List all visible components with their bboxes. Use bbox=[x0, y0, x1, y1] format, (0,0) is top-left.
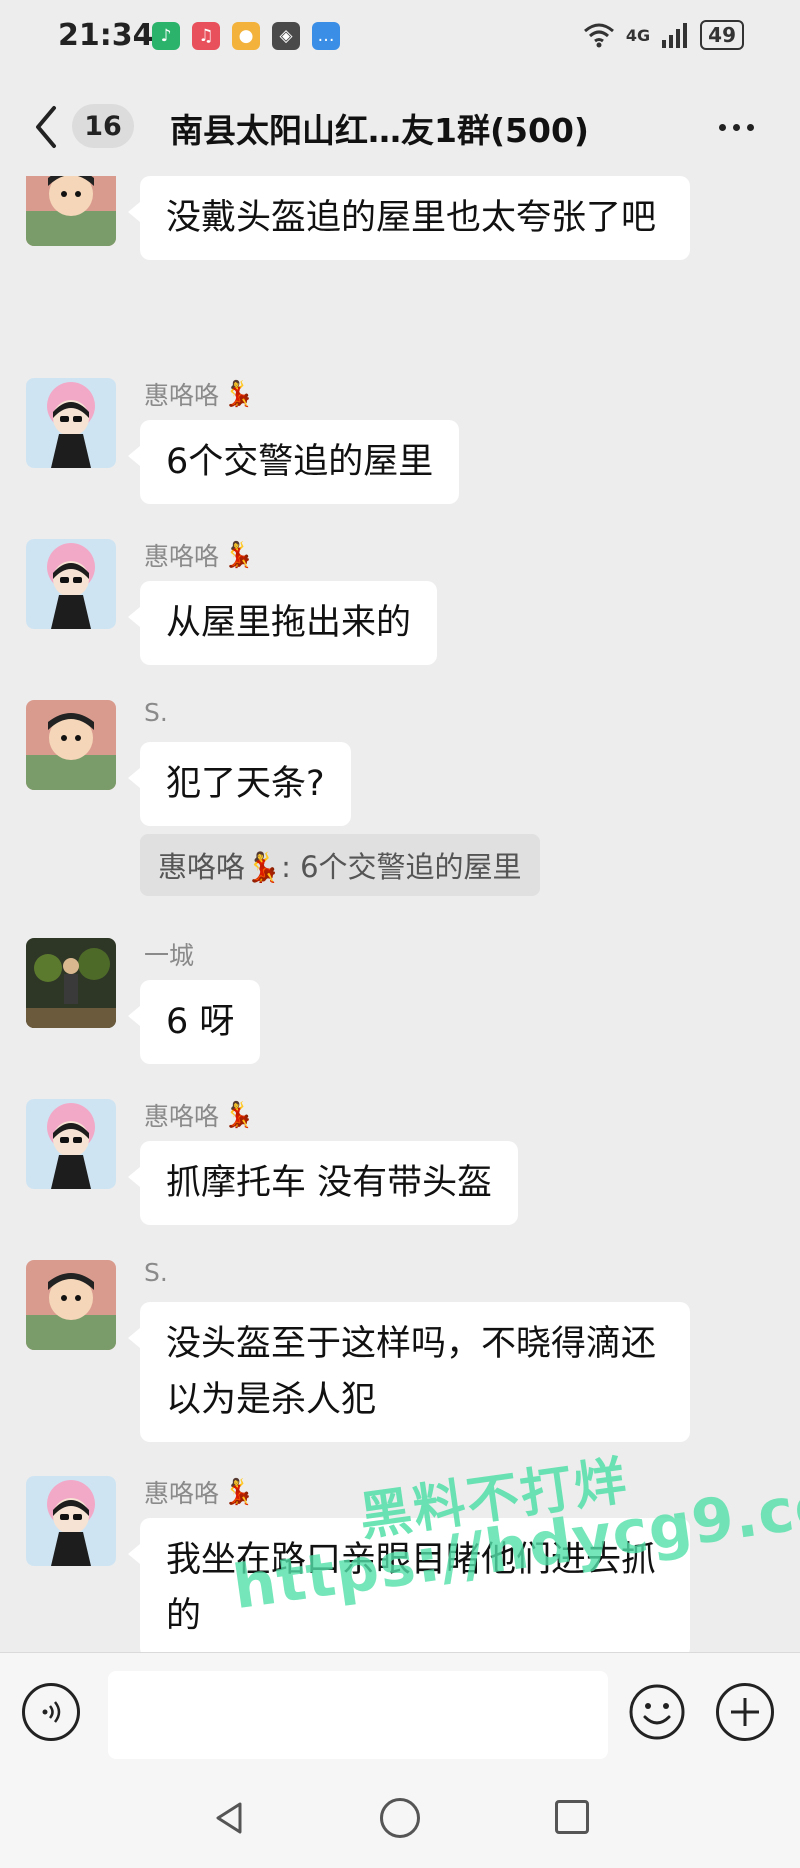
emoji-icon[interactable] bbox=[628, 1683, 686, 1741]
cartoon-girl-avatar-icon[interactable] bbox=[26, 1476, 116, 1566]
nav-home-icon[interactable] bbox=[380, 1798, 420, 1838]
battery-indicator: 49 bbox=[700, 20, 744, 50]
status-time: 21:34 bbox=[58, 18, 154, 53]
sender-name-text: 惠咯咯 bbox=[144, 1479, 220, 1508]
network-type: 4G bbox=[625, 25, 651, 45]
cartoon-girl-avatar-icon[interactable] bbox=[26, 539, 116, 629]
message-app-icon: … bbox=[312, 22, 340, 50]
sender-name: S. bbox=[144, 698, 168, 727]
add-attachment-icon[interactable] bbox=[716, 1683, 774, 1741]
cartoon-boy-avatar-icon[interactable] bbox=[26, 1260, 116, 1350]
message-bubble[interactable]: 没头盔至于这样吗，不晓得滴还以为是杀人犯 bbox=[128, 1302, 690, 1442]
sender-name: 惠咯咯 💃 bbox=[144, 1097, 254, 1133]
nav-back-icon[interactable] bbox=[210, 1798, 250, 1838]
sender-name-text: 惠咯咯 bbox=[144, 1102, 220, 1131]
photo-avatar-icon[interactable] bbox=[26, 938, 116, 1028]
chat-header: 16 南县太阳山红…友1群(500) bbox=[0, 80, 800, 176]
back-arrow-icon[interactable] bbox=[28, 102, 64, 152]
quoted-message[interactable]: 惠咯咯💃: 6个交警追的屋里 bbox=[140, 834, 540, 896]
system-nav-bar bbox=[0, 1768, 800, 1868]
more-options-icon[interactable] bbox=[708, 102, 764, 152]
app-notification-icon: ♪ bbox=[152, 22, 180, 50]
dancer-emoji-icon: 💃 bbox=[223, 1100, 255, 1129]
dancer-emoji-icon: 💃 bbox=[223, 1477, 255, 1506]
input-bar bbox=[0, 1652, 800, 1769]
cartoon-boy-avatar-icon[interactable] bbox=[26, 176, 116, 246]
dancer-emoji-icon: 💃 bbox=[223, 379, 255, 408]
nav-recent-apps-icon[interactable] bbox=[555, 1800, 589, 1834]
chat-title: 南县太阳山红…友1群(500) bbox=[170, 111, 590, 150]
message-input[interactable] bbox=[108, 1671, 608, 1759]
cartoon-girl-avatar-icon[interactable] bbox=[26, 378, 116, 468]
message-bubble[interactable]: 从屋里拖出来的 bbox=[127, 581, 438, 665]
message-bubble[interactable]: 6 呀 bbox=[127, 980, 261, 1064]
unread-count-badge[interactable]: 16 bbox=[72, 104, 134, 148]
sender-name-text: 惠咯咯 bbox=[144, 542, 220, 571]
wifi-icon bbox=[583, 23, 614, 48]
app-notification-icon-2: ● bbox=[232, 22, 260, 50]
message-bubble[interactable]: 没戴头盔追的屋里也太夸张了吧 bbox=[128, 176, 690, 260]
notification-icons: ♪ ♫ ● ◈ … bbox=[152, 22, 340, 50]
message-bubble[interactable]: 抓摩托车 没有带头盔 bbox=[127, 1141, 519, 1225]
message-bubble[interactable]: 我坐在路口亲眼目睹他们进去抓的 bbox=[128, 1518, 690, 1652]
sender-name: 惠咯咯 💃 bbox=[144, 1474, 254, 1510]
dancer-emoji-icon: 💃 bbox=[223, 540, 255, 569]
message-list[interactable]: S. 没戴头盔追的屋里也太夸张了吧 惠咯咯💃 6个交警追的屋里 惠咯咯💃 从屋里… bbox=[0, 176, 800, 1652]
status-bar: 21:34 ♪ ♫ ● ◈ … 4G 49 bbox=[0, 0, 800, 80]
message-bubble[interactable]: 6个交警追的屋里 bbox=[127, 420, 460, 504]
cartoon-boy-avatar-icon[interactable] bbox=[26, 700, 116, 790]
message-bubble[interactable]: 犯了天条? bbox=[128, 742, 351, 826]
music-icon: ♫ bbox=[192, 22, 220, 50]
sender-name: S. bbox=[144, 1258, 168, 1287]
signal-icon bbox=[662, 23, 688, 48]
sender-name: 一城 bbox=[144, 941, 195, 970]
voice-input-icon[interactable] bbox=[22, 1683, 80, 1741]
app-notification-icon-3: ◈ bbox=[272, 22, 300, 50]
system-status: 4G 49 bbox=[582, 20, 744, 50]
cartoon-girl-avatar-icon[interactable] bbox=[26, 1099, 116, 1189]
sender-name: 惠咯咯 💃 bbox=[144, 537, 254, 573]
sender-name: 惠咯咯 💃 bbox=[144, 376, 254, 412]
sender-name-text: 惠咯咯 bbox=[144, 381, 220, 410]
